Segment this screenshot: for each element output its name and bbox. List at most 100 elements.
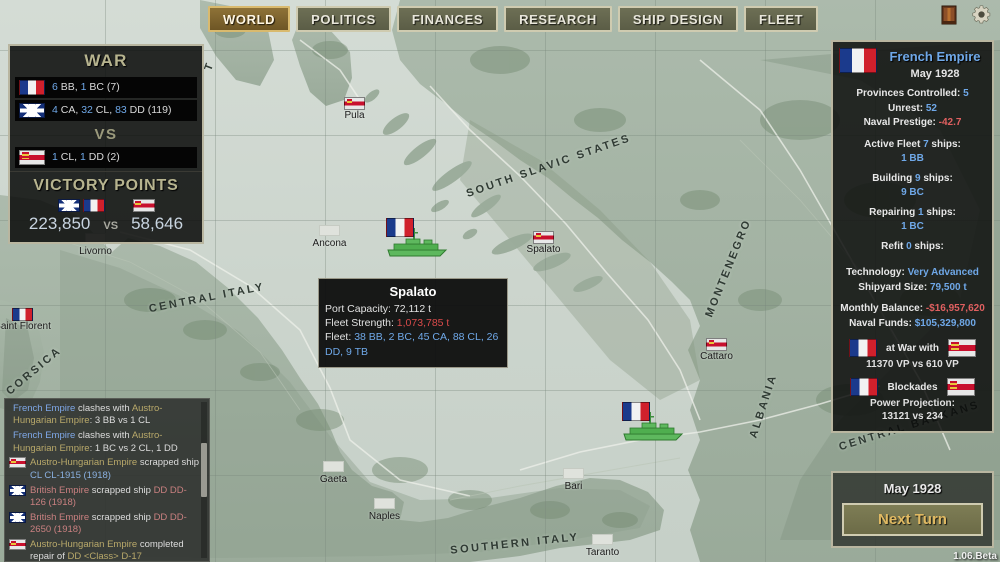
nation-tech-technology-label: Technology:	[846, 267, 908, 278]
port-marker-taranto[interactable]: Taranto	[586, 534, 619, 558]
vp-right-flags	[132, 199, 155, 212]
tooltip-fleet-strength-label: Fleet Strength:	[325, 317, 397, 330]
relation-row-1: Blockades	[839, 378, 986, 396]
nav-tab-fleet[interactable]: FLEET	[744, 6, 819, 32]
port-label-cattaro: Cattaro	[700, 351, 733, 362]
port-info-tooltip: Spalato Port Capacity: 72,112 t Fleet St…	[318, 278, 508, 368]
nav-tab-finances[interactable]: FINANCES	[396, 6, 499, 32]
nation-stat-provinces-controlled-label: Provinces Controlled:	[856, 88, 964, 99]
fleet-group-active-fleet-label: Active Fleet	[864, 138, 924, 150]
grid-line	[655, 0, 656, 562]
event-log-entries: French Empire clashes with Austro-Hungar…	[9, 403, 199, 562]
log-book-icon[interactable]	[941, 5, 957, 30]
nation-date: May 1928	[910, 68, 960, 80]
war-vs-label: VS	[94, 126, 118, 143]
port-marker-naples[interactable]: Naples	[369, 498, 400, 522]
port-label-taranto: Taranto	[585, 547, 620, 558]
relation-right-flag	[947, 339, 976, 357]
tooltip-fleet-composition: Fleet: 38 BB, 2 BC, 45 CA, 88 CL, 26 DD,…	[325, 330, 501, 358]
fleet-group-repairing-label: Repairing	[869, 206, 919, 218]
port-label-ancona: Ancona	[312, 238, 347, 249]
nav-tab-politics[interactable]: POLITICS	[296, 6, 391, 32]
vp-left-value: 223,850	[28, 214, 91, 233]
event-log-entry-text: British Empire scrapped ship DD DD-126 (…	[30, 484, 187, 508]
fleet-group-repairing-detail-value: 1 BC	[901, 221, 924, 232]
port-marker-pula[interactable]: Pula	[344, 97, 365, 121]
port-flag-neutral-icon	[374, 498, 395, 509]
grid-line	[215, 0, 216, 562]
grid-line	[545, 0, 546, 562]
nation-finance-monthly-balance-label: Monthly Balance:	[840, 303, 926, 314]
port-flag-ah-icon	[706, 338, 727, 351]
vp-vs-label: VS	[103, 220, 119, 232]
war-panel: WAR 6 BB, 1 BC (7) 4 CA, 32 CL, 83 DD (11…	[8, 44, 204, 244]
nation-finance-naval-funds: Naval Funds: $105,329,800	[839, 317, 986, 332]
relation-right-flag	[946, 378, 975, 396]
port-marker-spalato[interactable]: Spalato	[527, 231, 560, 255]
fleet-group-building-suffix: ships:	[920, 172, 953, 184]
relation-block-1: Blockades Power Projection: 13121 vs 234	[839, 378, 986, 422]
event-log-entry-text: Austro-Hungarian Empire scrapped ship CL…	[30, 457, 199, 481]
port-flag-ah-icon	[344, 97, 365, 110]
port-flag-neutral-icon	[319, 225, 340, 236]
flag-ah-icon	[19, 150, 45, 165]
event-log-entry-flag	[9, 484, 26, 496]
nation-tech-technology-value: Very Advanced	[907, 267, 979, 278]
event-log-entry-text: Austro-Hungarian Empire completed repair…	[30, 538, 184, 562]
fleet-group-active-fleet-detail-value: 1 BB	[901, 153, 924, 164]
fleet-group-refit: Refit 0 ships:	[839, 240, 986, 255]
fleet-group-building-label: Building	[872, 172, 915, 184]
flag-uk-icon	[19, 103, 45, 118]
fleet-marker-french-fleet-ionian[interactable]	[620, 400, 686, 449]
event-log-entry: Austro-Hungarian Empire scrapped ship CL…	[9, 457, 199, 482]
nation-stat-naval-prestige-value: -42.7	[938, 117, 962, 128]
nav-tab-research[interactable]: RESEARCH	[504, 6, 612, 32]
nation-name: French Empire	[889, 49, 981, 64]
nation-finance-naval-funds-value: $105,329,800	[914, 317, 976, 329]
port-marker-ancona[interactable]: Ancona	[313, 225, 346, 249]
event-log-entry-text: French Empire clashes with Austro-Hungar…	[13, 430, 178, 454]
next-turn-button[interactable]: Next Turn	[842, 503, 983, 536]
fleet-group-active-fleet: Active Fleet 7 ships:	[839, 138, 986, 153]
fleet-group-active-fleet-suffix: ships:	[928, 138, 961, 150]
nation-stat-unrest-value: 52	[925, 102, 937, 114]
flag-fr-icon	[19, 80, 45, 95]
event-log-scrollbar-thumb[interactable]	[201, 443, 207, 497]
nav-tab-world[interactable]: WORLD	[208, 6, 291, 32]
nation-tech-shipyard-size-label: Shipyard Size:	[858, 281, 930, 293]
port-marker-cattaro[interactable]: Cattaro	[700, 338, 733, 362]
tooltip-port-capacity: Port Capacity: 72,112 t	[325, 302, 501, 316]
settings-gear-icon[interactable]	[971, 4, 992, 30]
nation-tech-shipyard-size-value: 79,500 t	[929, 281, 967, 293]
relation-subtitle-1: Power Projection:	[869, 398, 955, 409]
fleet-marker-french-fleet-adriatic[interactable]	[384, 216, 450, 265]
war-ally-composition: 4 CA, 32 CL, 83 DD (119)	[52, 104, 172, 117]
vp-right-value: 58,646	[131, 214, 184, 233]
version-label: 1.06.Beta	[953, 551, 997, 562]
war-enemy-composition: 1 CL, 1 DD (2)	[52, 151, 120, 164]
port-marker-gaeta[interactable]: Gaeta	[320, 461, 347, 485]
nation-fleet-groups: Active Fleet 7 ships: 1 BB Building 9 ship…	[839, 138, 986, 260]
victory-points-flags	[10, 199, 202, 212]
fleet-group-refit-label: Refit	[881, 240, 907, 252]
tooltip-fleet-strength-value: 1,073,785 t	[396, 317, 450, 330]
nation-stats-list: Provinces Controlled: 5 Unrest: 52 Naval P…	[839, 87, 986, 131]
port-label-spalato: Spalato	[526, 244, 561, 255]
port-marker-saint-florent[interactable]: Saint Florent	[0, 308, 51, 332]
tooltip-port-name: Spalato	[389, 284, 437, 299]
victory-points-section: VICTORY POINTS 223,850 VS 58,646	[10, 171, 202, 242]
turn-panel: May 1928 Next Turn	[831, 471, 994, 548]
nav-tab-ship-design[interactable]: SHIP DESIGN	[617, 6, 739, 32]
relation-sub-0: 11370 VP vs 610 VP	[866, 359, 959, 370]
port-marker-bari[interactable]: Bari	[563, 468, 584, 492]
tooltip-port-capacity-value: 72,112 t	[393, 303, 432, 315]
event-log-entry: French Empire clashes with Austro-Hungar…	[9, 403, 199, 428]
event-log-entry: French Empire clashes with Austro-Hungar…	[9, 430, 199, 455]
event-log-panel[interactable]: French Empire clashes with Austro-Hungar…	[4, 398, 210, 562]
fleet-group-repairing: Repairing 1 ships:	[839, 206, 986, 221]
port-flag-neutral-icon	[592, 534, 613, 545]
fleet-group-active-fleet-detail: 1 BB	[839, 152, 986, 167]
port-label-saint-florent: Saint Florent	[0, 321, 51, 332]
nation-header: French Empire May 1928	[839, 48, 986, 80]
nation-tech-technology: Technology: Very Advanced	[839, 266, 986, 281]
